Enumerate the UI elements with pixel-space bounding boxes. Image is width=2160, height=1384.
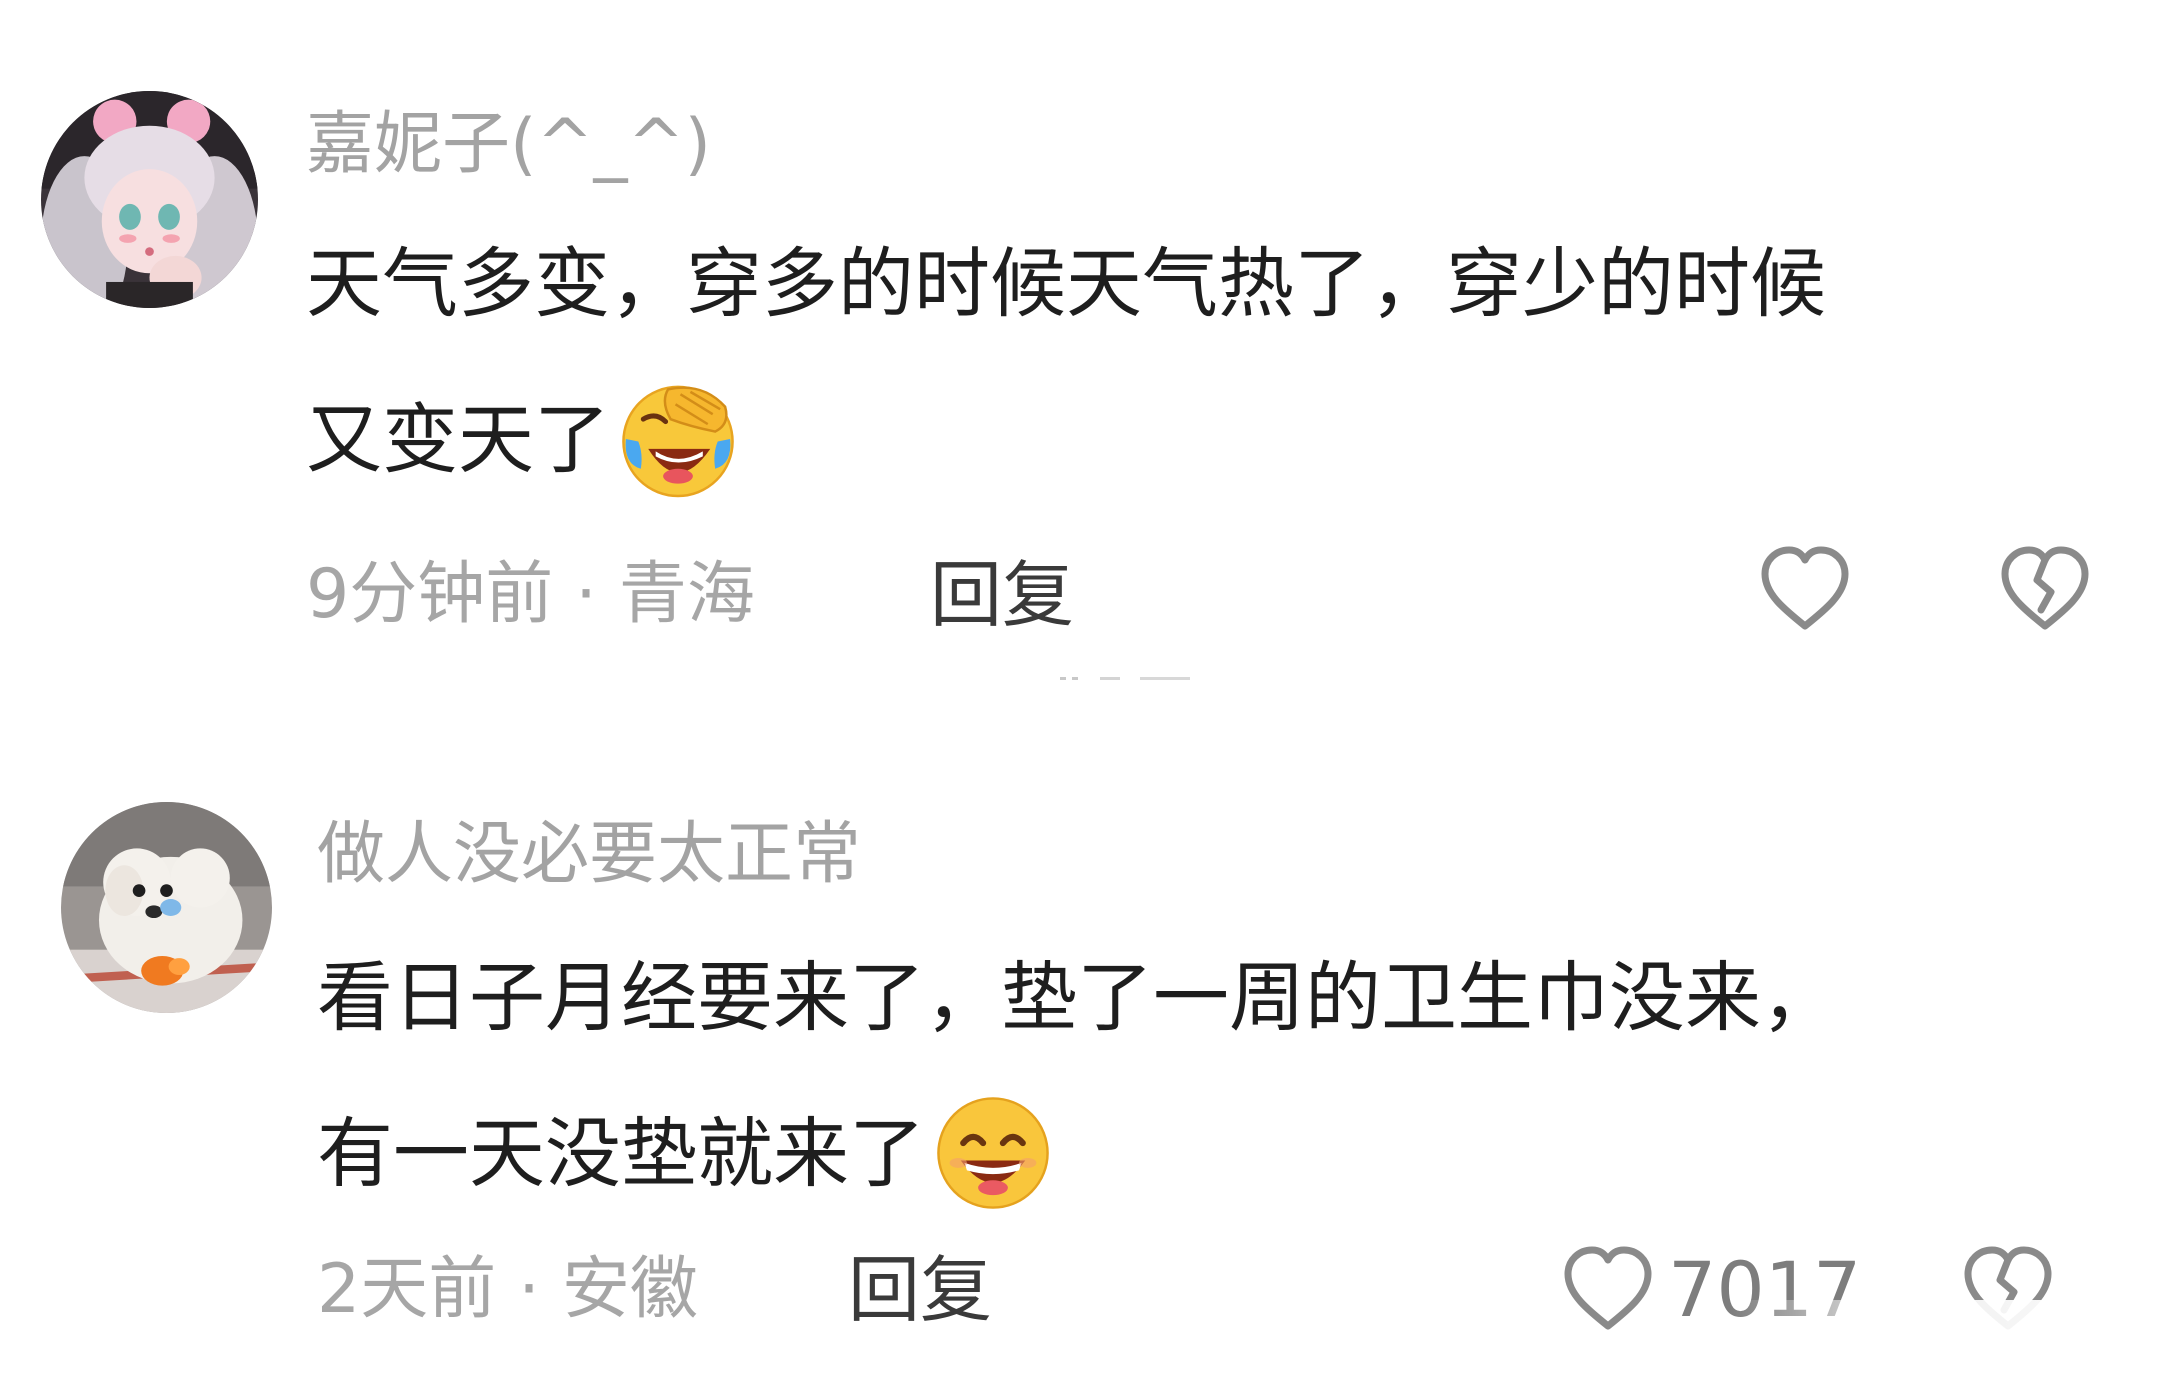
avatar[interactable] [61,802,272,1013]
heart-outline-icon [1564,1246,1652,1330]
comment-list: 嘉妮子(^_^) 天气多变，穿多的时候天气热了，穿少的时候 又变天了 9分钟前 … [0,0,2160,1384]
comment-text: 看日子月经要来了，垫了一周的卫生巾没来， 有一天没垫就来了 [317,920,2117,1232]
comment-meta: 2天前 · 安徽 [317,1245,698,1335]
avatar[interactable] [41,91,258,308]
meta-separator: · [518,1250,540,1329]
meta-separator: · [575,555,597,634]
comment-text-line: 又变天了 [306,395,610,484]
like-button[interactable] [1558,1240,1658,1340]
username[interactable]: 做人没必要太正常 [317,815,861,895]
comment-text-line: 有一天没垫就来了 [317,1109,925,1198]
username[interactable]: 嘉妮子(^_^) [306,105,711,185]
broken-heart-icon [2001,546,2089,630]
comment-time: 2天前 [317,1250,497,1329]
dislike-button[interactable] [1995,540,2095,640]
like-button[interactable] [1755,540,1855,640]
anime-girl-avatar-image [41,91,258,308]
comment-location: 安徽 [561,1250,698,1329]
bottom-fade-overlay [1730,1300,2160,1384]
comment-text-line: 看日子月经要来了，垫了一周的卫生巾没来， [317,953,1837,1042]
facepalm-crying-laugh-emoji-icon [616,377,740,501]
comment-text-line: 天气多变，穿多的时候天气热了，穿少的时候 [306,239,1826,328]
comment-meta: 9分钟前 · 青海 [306,550,755,640]
grinning-smiling-eyes-emoji-icon [931,1091,1055,1215]
comment-time: 9分钟前 [306,555,554,634]
reply-button[interactable]: 回复 [848,1245,992,1335]
comment-text-line-with-emoji: 又变天了 [306,362,2106,518]
heart-outline-icon [1761,546,1849,630]
comment-item: 嘉妮子(^_^) 天气多变，穿多的时候天气热了，穿少的时候 又变天了 9分钟前 … [0,0,2160,690]
white-puppy-avatar-image [61,802,272,1013]
reply-button[interactable]: 回复 [930,550,1074,640]
comment-location: 青海 [618,555,755,634]
comment-text: 天气多变，穿多的时候天气热了，穿少的时候 又变天了 [306,206,2106,518]
divider-mark [1060,677,1190,680]
comment-text-line-with-emoji: 有一天没垫就来了 [317,1076,2117,1232]
comment-item: 做人没必要太正常 看日子月经要来了，垫了一周的卫生巾没来， 有一天没垫就来了 2… [0,700,2160,1384]
